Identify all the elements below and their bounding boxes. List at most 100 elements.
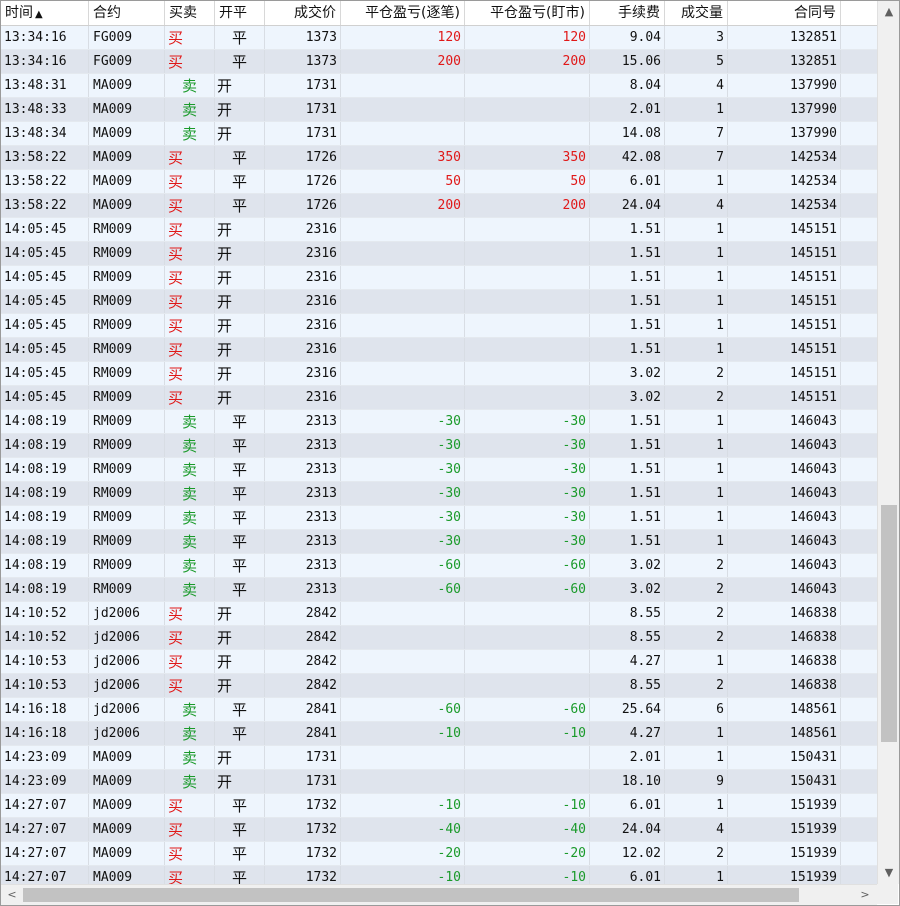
cell-time: 14:05:45 [1, 290, 89, 313]
table-row[interactable]: 13:48:33 MA009 卖开 1731 2.01 1 137990 [1, 98, 877, 122]
vertical-scroll-thumb[interactable] [881, 505, 897, 742]
col-header-open-close[interactable]: 开平 [215, 1, 265, 25]
cell-order-no: 145151 [728, 362, 841, 385]
row-filler [841, 482, 877, 505]
cell-pnl-market [465, 362, 590, 385]
cell-price: 1726 [265, 194, 341, 217]
table-row[interactable]: 14:08:19 RM009 卖平 2313 -60 -60 3.02 2 146043 [1, 554, 877, 578]
cell-direction: 卖 [165, 98, 215, 121]
col-header-order-no[interactable]: 合同号 [728, 1, 841, 25]
table-row[interactable]: 14:10:52 jd2006 买开 2842 8.55 2 146838 [1, 626, 877, 650]
table-row[interactable]: 13:58:22 MA009 买平 1726 50 50 6.01 1 142534 [1, 170, 877, 194]
cell-time: 13:48:34 [1, 122, 89, 145]
cell-open-close: 开 [215, 650, 265, 673]
col-header-symbol[interactable]: 合约 [89, 1, 165, 25]
table-row[interactable]: 13:34:16 FG009 买平 1373 200 200 15.06 5 132851 [1, 50, 877, 74]
table-row[interactable]: 14:27:07 MA009 买平 1732 -10 -10 6.01 1 151939 [1, 866, 877, 886]
table-row[interactable]: 14:05:45 RM009 买开 2316 1.51 1 145151 [1, 242, 877, 266]
cell-volume: 9 [665, 770, 728, 793]
cell-open-close: 开 [215, 290, 265, 313]
horizontal-scroll-thumb[interactable] [23, 888, 799, 902]
cell-open-close: 平 [215, 410, 265, 433]
cell-order-no: 151939 [728, 842, 841, 865]
scroll-up-icon[interactable]: ▲ [881, 4, 897, 20]
cell-price: 1732 [265, 842, 341, 865]
table-row[interactable]: 14:05:45 RM009 买开 2316 1.51 1 145151 [1, 266, 877, 290]
cell-time: 13:34:16 [1, 50, 89, 73]
horizontal-scrollbar[interactable]: < > [1, 884, 877, 905]
scroll-right-icon[interactable]: > [857, 887, 873, 903]
col-header-pnl-market[interactable]: 平仓盈亏(盯市) [465, 1, 590, 25]
table-row[interactable]: 14:05:45 RM009 买开 2316 3.02 2 145151 [1, 386, 877, 410]
table-row[interactable]: 14:05:45 RM009 买开 2316 1.51 1 145151 [1, 218, 877, 242]
cell-fee: 2.01 [590, 746, 665, 769]
cell-volume: 1 [665, 506, 728, 529]
cell-price: 1732 [265, 866, 341, 886]
table-row[interactable]: 14:23:09 MA009 卖开 1731 2.01 1 150431 [1, 746, 877, 770]
table-row[interactable]: 14:10:52 jd2006 买开 2842 8.55 2 146838 [1, 602, 877, 626]
table-row[interactable]: 14:10:53 jd2006 买开 2842 8.55 2 146838 [1, 674, 877, 698]
cell-pnl-trade: 350 [341, 146, 465, 169]
table-row[interactable]: 13:48:34 MA009 卖开 1731 14.08 7 137990 [1, 122, 877, 146]
table-row[interactable]: 14:16:18 jd2006 卖平 2841 -60 -60 25.64 6 148561 [1, 698, 877, 722]
cell-pnl-market [465, 338, 590, 361]
table-row[interactable]: 14:05:45 RM009 买开 2316 1.51 1 145151 [1, 314, 877, 338]
cell-order-no: 150431 [728, 770, 841, 793]
cell-fee: 12.02 [590, 842, 665, 865]
table-row[interactable]: 14:08:19 RM009 卖平 2313 -30 -30 1.51 1 146043 [1, 482, 877, 506]
table-row[interactable]: 14:08:19 RM009 卖平 2313 -30 -30 1.51 1 146043 [1, 506, 877, 530]
cell-time: 14:16:18 [1, 698, 89, 721]
table-row[interactable]: 14:08:19 RM009 卖平 2313 -30 -30 1.51 1 146043 [1, 434, 877, 458]
table-row[interactable]: 14:08:19 RM009 卖平 2313 -30 -30 1.51 1 146043 [1, 410, 877, 434]
col-header-time[interactable]: 时间 ▲ [1, 1, 89, 25]
scroll-down-icon[interactable]: ▼ [881, 865, 897, 881]
table-row[interactable]: 14:08:19 RM009 卖平 2313 -60 -60 3.02 2 146043 [1, 578, 877, 602]
table-row[interactable]: 14:08:19 RM009 卖平 2313 -30 -30 1.51 1 146043 [1, 458, 877, 482]
cell-pnl-trade: -10 [341, 794, 465, 817]
table-row[interactable]: 14:05:45 RM009 买开 2316 3.02 2 145151 [1, 362, 877, 386]
cell-order-no: 146838 [728, 674, 841, 697]
cell-price: 1731 [265, 770, 341, 793]
table-row[interactable]: 14:27:07 MA009 买平 1732 -40 -40 24.04 4 151939 [1, 818, 877, 842]
col-header-volume[interactable]: 成交量 [665, 1, 728, 25]
cell-volume: 7 [665, 146, 728, 169]
table-row[interactable]: 13:58:22 MA009 买平 1726 350 350 42.08 7 142534 [1, 146, 877, 170]
cell-pnl-market [465, 602, 590, 625]
cell-direction: 买 [165, 386, 215, 409]
table-row[interactable]: 14:08:19 RM009 卖平 2313 -30 -30 1.51 1 146043 [1, 530, 877, 554]
col-header-price[interactable]: 成交价 [265, 1, 341, 25]
cell-symbol: MA009 [89, 770, 165, 793]
cell-open-close: 开 [215, 770, 265, 793]
table-row[interactable]: 14:05:45 RM009 买开 2316 1.51 1 145151 [1, 290, 877, 314]
col-header-fee[interactable]: 手续费 [590, 1, 665, 25]
col-header-direction[interactable]: 买卖 [165, 1, 215, 25]
table-row[interactable]: 13:48:31 MA009 卖开 1731 8.04 4 137990 [1, 74, 877, 98]
row-filler [841, 218, 877, 241]
cell-price: 2316 [265, 218, 341, 241]
table-row[interactable]: 14:05:45 RM009 买开 2316 1.51 1 145151 [1, 338, 877, 362]
cell-order-no: 145151 [728, 218, 841, 241]
cell-symbol: MA009 [89, 794, 165, 817]
table-row[interactable]: 13:58:22 MA009 买平 1726 200 200 24.04 4 142534 [1, 194, 877, 218]
table-row[interactable]: 14:16:18 jd2006 卖平 2841 -10 -10 4.27 1 148561 [1, 722, 877, 746]
table-row[interactable]: 14:27:07 MA009 买平 1732 -20 -20 12.02 2 151939 [1, 842, 877, 866]
cell-order-no: 146043 [728, 482, 841, 505]
table-row[interactable]: 14:10:53 jd2006 买开 2842 4.27 1 146838 [1, 650, 877, 674]
table-row[interactable]: 14:23:09 MA009 卖开 1731 18.10 9 150431 [1, 770, 877, 794]
col-header-pnl-trade[interactable]: 平仓盈亏(逐笔) [341, 1, 465, 25]
cell-price: 2316 [265, 386, 341, 409]
cell-volume: 1 [665, 434, 728, 457]
table-row[interactable]: 14:27:07 MA009 买平 1732 -10 -10 6.01 1 151939 [1, 794, 877, 818]
cell-pnl-market: -30 [465, 482, 590, 505]
scroll-left-icon[interactable]: < [4, 887, 20, 903]
cell-price: 2842 [265, 626, 341, 649]
table-row[interactable]: 13:34:16 FG009 买平 1373 120 120 9.04 3 132851 [1, 26, 877, 50]
cell-pnl-trade [341, 770, 465, 793]
cell-time: 14:08:19 [1, 410, 89, 433]
cell-volume: 1 [665, 746, 728, 769]
cell-pnl-market [465, 674, 590, 697]
cell-pnl-market: -30 [465, 434, 590, 457]
cell-pnl-market: 350 [465, 146, 590, 169]
vertical-scrollbar[interactable]: ▲ ▼ [877, 1, 899, 884]
cell-pnl-trade: -10 [341, 866, 465, 886]
